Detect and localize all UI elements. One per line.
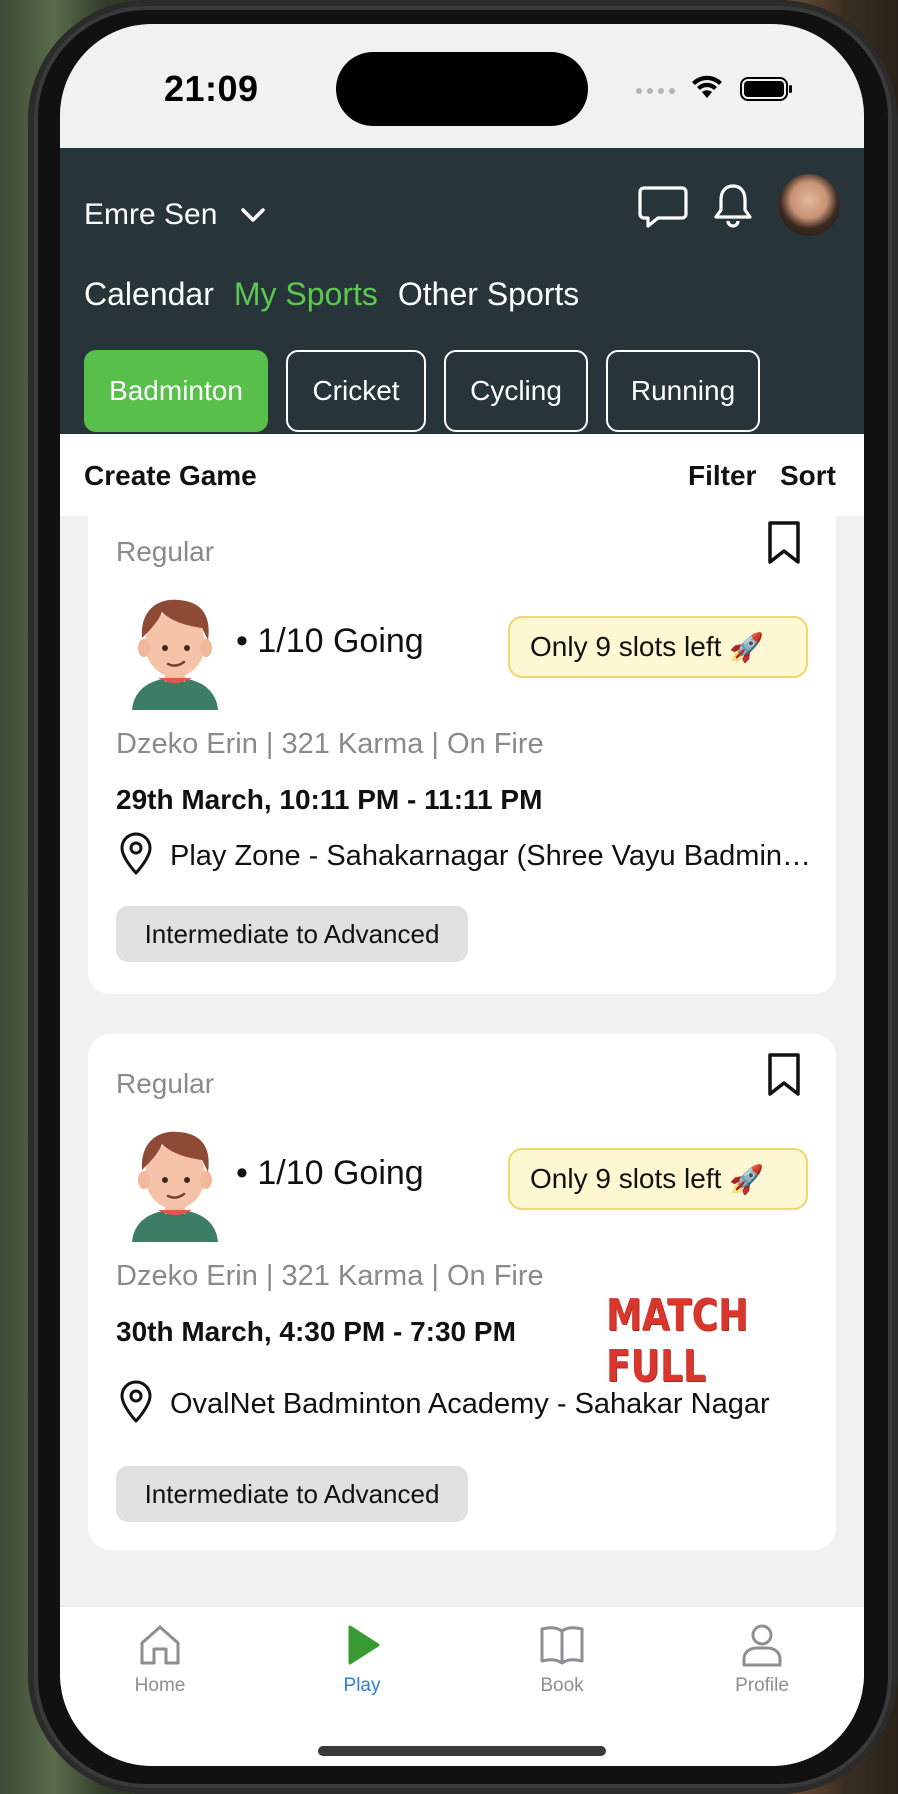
home-icon — [140, 1625, 180, 1665]
skill-level-badge: Intermediate to Advanced — [116, 906, 468, 962]
going-count: • 1/10 Going — [236, 622, 424, 660]
host-avatar — [132, 599, 218, 710]
create-game-button[interactable]: Create Game — [84, 460, 257, 492]
venue-name: OvalNet Badminton Academy - Sahakar Naga… — [170, 1388, 770, 1420]
sport-chip-badminton[interactable]: Badminton — [84, 350, 268, 432]
slots-badge: Only 9 slots left 🚀 — [508, 1148, 808, 1210]
status-bar: 21:09 — [60, 24, 864, 148]
rocket-icon: 🚀 — [729, 1163, 765, 1195]
skill-level-badge: Intermediate to Advanced — [116, 1466, 468, 1522]
sort-button[interactable]: Sort — [780, 460, 836, 492]
filter-button[interactable]: Filter — [688, 460, 756, 492]
chat-icon[interactable] — [638, 184, 688, 230]
top-tabs: Calendar My Sports Other Sports — [84, 276, 579, 313]
book-icon — [540, 1626, 584, 1665]
sport-chip-cricket[interactable]: Cricket — [286, 350, 426, 432]
sport-chip-running[interactable]: Running — [606, 350, 760, 432]
nav-play[interactable]: Play — [302, 1621, 422, 1697]
location-pin-icon — [120, 832, 152, 875]
app-header: Emre Sen Calendar My Sports Other Sports… — [60, 148, 864, 434]
match-full-stamp: MATCH FULL — [606, 1290, 749, 1392]
location-pin-icon — [120, 1380, 152, 1423]
nav-profile-label: Profile — [735, 1675, 789, 1696]
signal-icon — [636, 88, 675, 94]
tab-my-sports[interactable]: My Sports — [234, 276, 378, 313]
dynamic-island — [336, 52, 588, 126]
nav-home-label: Home — [134, 1675, 186, 1696]
host-info: Dzeko Erin | 321 Karma | On Fire — [116, 728, 544, 760]
slots-text: Only 9 slots left — [530, 1163, 722, 1194]
game-card[interactable]: Regular • 1/10 Going Only 9 slots left 🚀 — [88, 516, 836, 994]
host-avatar — [132, 1131, 218, 1242]
wifi-icon — [692, 75, 722, 98]
home-indicator — [318, 1746, 606, 1756]
game-card[interactable]: Regular • 1/10 Going Only 9 slots left 🚀 — [88, 1034, 836, 1550]
battery-icon — [740, 77, 792, 101]
play-icon — [348, 1625, 380, 1665]
sport-chips: Badminton Cricket Cycling Running — [84, 350, 760, 432]
going-count: • 1/10 Going — [236, 1154, 424, 1192]
host-info: Dzeko Erin | 321 Karma | On Fire — [116, 1260, 544, 1292]
user-selector-name[interactable]: Emre Sen — [84, 198, 217, 232]
tab-calendar[interactable]: Calendar — [84, 276, 214, 313]
avatar[interactable] — [778, 174, 840, 236]
game-datetime: 29th March, 10:11 PM - 11:11 PM — [116, 784, 543, 815]
venue-name: Play Zone - Sahakarnagar (Shree Vayu Bad… — [170, 840, 816, 872]
game-datetime: 30th March, 4:30 PM - 7:30 PM — [116, 1316, 516, 1347]
nav-book[interactable]: Book — [502, 1621, 622, 1697]
nav-play-label: Play — [343, 1675, 381, 1696]
app-screen: 21:09 Emre Sen Calendar My Sports Other … — [60, 24, 864, 1766]
bookmark-icon[interactable] — [764, 1052, 804, 1098]
game-type: Regular — [116, 536, 215, 567]
game-list[interactable]: Regular • 1/10 Going Only 9 slots left 🚀 — [60, 516, 864, 1606]
nav-book-label: Book — [540, 1675, 584, 1696]
bell-icon[interactable] — [712, 182, 754, 230]
bookmark-icon[interactable] — [764, 520, 804, 566]
slots-text: Only 9 slots left — [530, 631, 722, 662]
status-time: 21:09 — [164, 68, 259, 109]
chevron-down-icon[interactable] — [238, 200, 268, 230]
rocket-icon: 🚀 — [729, 631, 765, 663]
game-type: Regular — [116, 1068, 215, 1099]
profile-icon — [742, 1624, 782, 1667]
slots-badge: Only 9 slots left 🚀 — [508, 616, 808, 678]
nav-profile[interactable]: Profile — [702, 1621, 822, 1697]
tab-other-sports[interactable]: Other Sports — [398, 276, 579, 313]
action-bar: Create Game Filter Sort — [60, 434, 864, 516]
sport-chip-cycling[interactable]: Cycling — [444, 350, 588, 432]
bottom-nav: Home Play Book Profile — [60, 1606, 864, 1766]
nav-home[interactable]: Home — [100, 1621, 220, 1697]
